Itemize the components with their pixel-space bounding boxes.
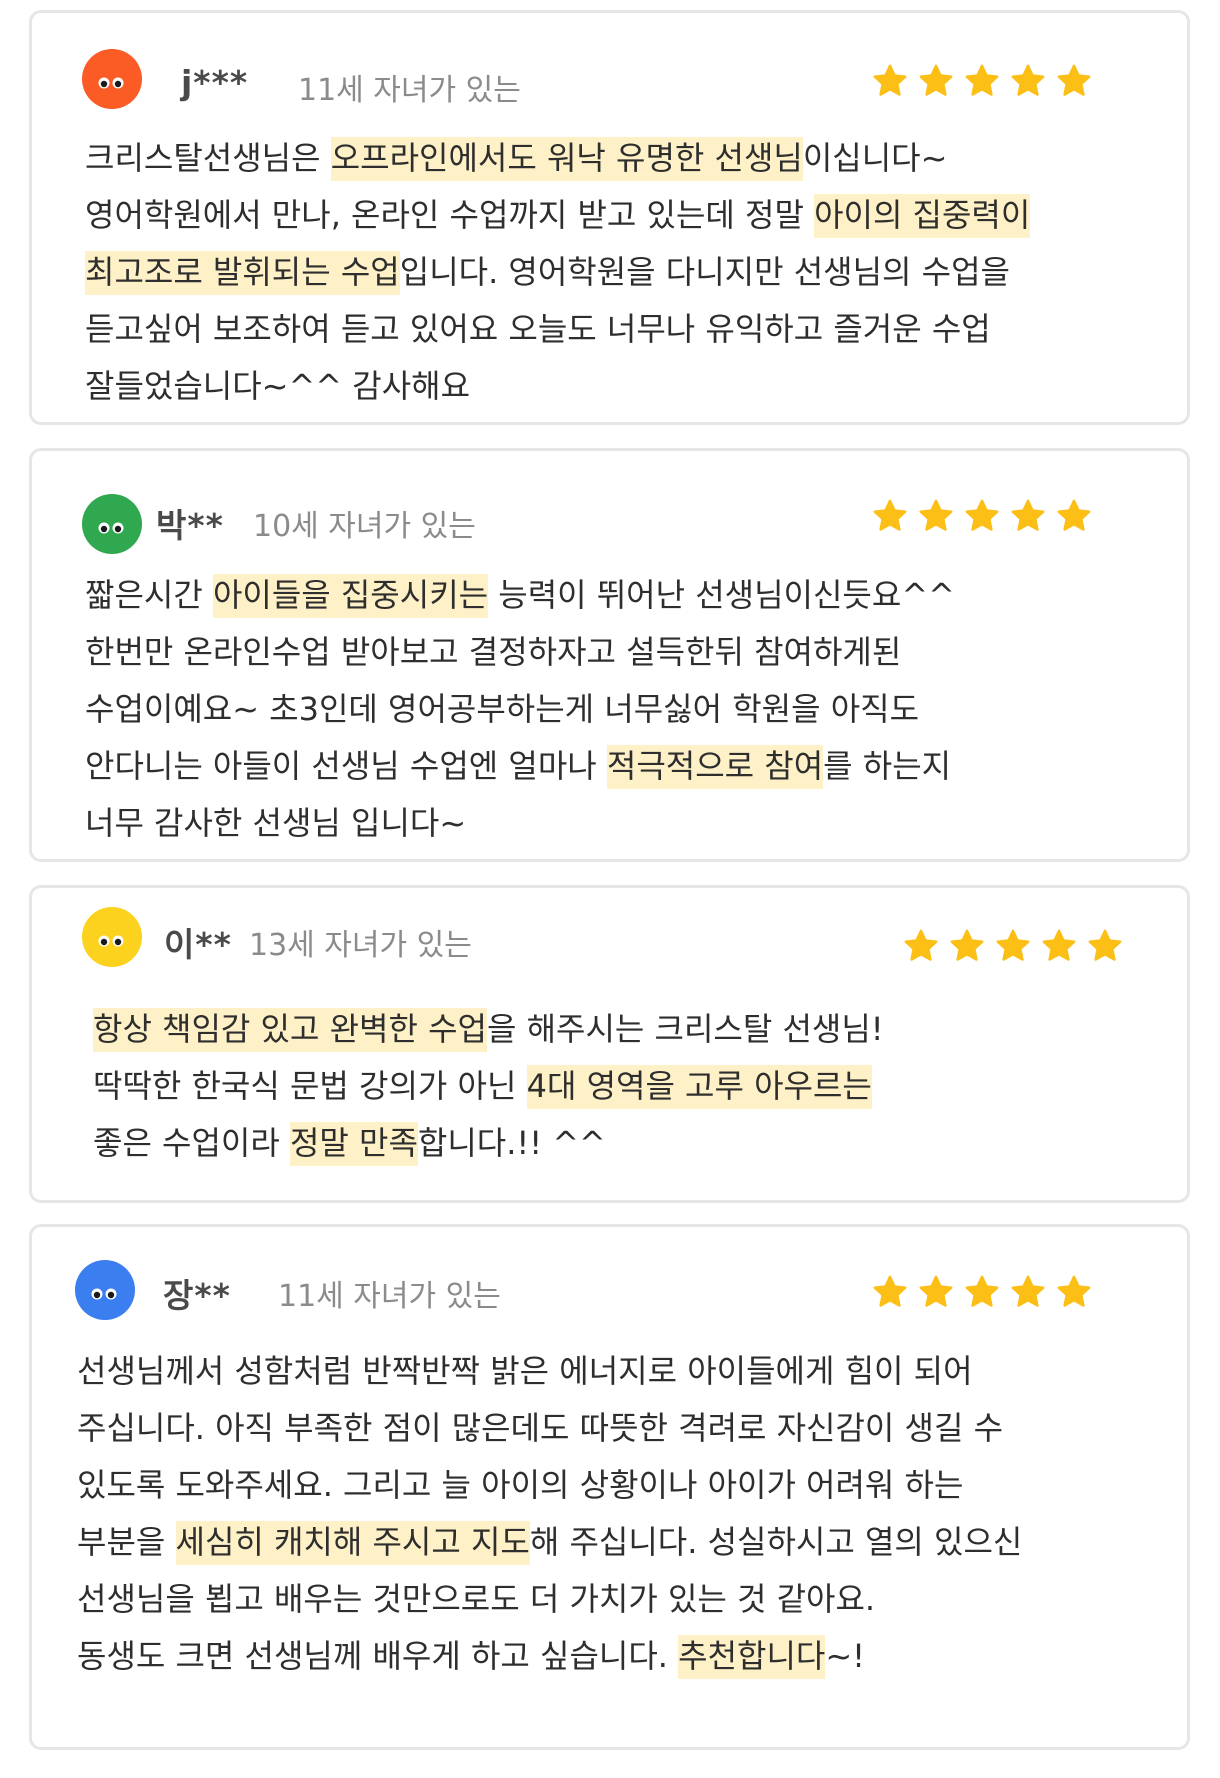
review-text-segment: 을 해주시는 크리스탈 선생님! [486, 1010, 884, 1048]
review-line: 좋은 수업이라 정말 만족합니다.!! ^^ [93, 1115, 884, 1172]
review-line: 영어학원에서 만나, 온라인 수업까지 받고 있는데 정말 아이의 집중력이 [85, 187, 1031, 244]
review-card: 장** 11세 자녀가 있는 선생님께서 성함처럼 반짝반짝 밝은 에너지로 아… [29, 1224, 1190, 1750]
star-icon [965, 499, 999, 531]
review-text-segment: 합니다.!! ^^ [417, 1124, 606, 1162]
review-line: 듣고싶어 보조하여 듣고 있어요 오늘도 너무나 유익하고 즐거운 수업 [85, 301, 1030, 358]
review-text-segment: 능력이 뛰어난 선생님이신듯요^^ [488, 576, 955, 614]
child-age-label: 11세 자녀가 있는 [298, 73, 521, 108]
star-icon [1057, 499, 1091, 531]
highlighted-text: 아이들을 집중시키는 [212, 574, 489, 618]
review-card: 이** 13세 자녀가 있는 항상 책임감 있고 완벽한 수업을 해주시는 크리… [29, 885, 1190, 1203]
star-rating [872, 498, 1092, 534]
highlighted-text: 아이의 집중력이 [814, 194, 1031, 238]
review-text-segment: 딱딱한 한국식 문법 강의가 아닌 [93, 1067, 527, 1105]
star-icon [873, 499, 907, 531]
review-line: 최고조로 발휘되는 수업입니다. 영어학원을 다니지만 선생님의 수업을 [85, 244, 1030, 301]
star-icon [904, 929, 938, 961]
review-line: 너무 감사한 선생님 입니다~ [85, 795, 955, 852]
review-text-segment: 해 주십니다. 성실하시고 열의 있으신 [529, 1523, 1023, 1561]
review-line: 수업이예요~ 초3인데 영어공부하는게 너무싫어 학원을 아직도 [85, 681, 955, 738]
review-card: 박** 10세 자녀가 있는 짧은시간 아이들을 집중시키는 능력이 뛰어난 선… [29, 448, 1190, 862]
review-text: 크리스탈선생님은 오프라인에서도 워낙 유명한 선생님이십니다~ 영어학원에서 만… [85, 130, 1031, 415]
review-line: 짧은시간 아이들을 집중시키는 능력이 뛰어난 선생님이신듯요^^ [85, 567, 955, 624]
review-text-segment: 동생도 크면 선생님께 배우게 하고 싶습니다. [77, 1637, 679, 1675]
review-text-segment: 있도록 도와주세요. 그리고 늘 아이의 상황이나 아이가 어려워 하는 [77, 1466, 964, 1504]
review-text-segment: 선생님을 뵙고 배우는 것만으로도 더 가치가 있는 것 같아요. [77, 1580, 876, 1618]
green-face-avatar [82, 494, 142, 554]
highlighted-text: 적극적으로 참여 [606, 745, 824, 789]
review-line: 선생님께서 성함처럼 반짝반짝 밝은 에너지로 아이들에게 힘이 되어 [77, 1343, 1022, 1400]
review-line: 항상 책임감 있고 완벽한 수업을 해주시는 크리스탈 선생님! [93, 1001, 884, 1058]
review-line: 부분을 세심히 캐치해 주시고 지도해 주십니다. 성실하시고 열의 있으신 [77, 1514, 1022, 1571]
star-rating [872, 63, 1092, 99]
highlighted-text: 항상 책임감 있고 완벽한 수업 [93, 1008, 487, 1052]
star-icon [1057, 64, 1091, 96]
star-icon [1088, 929, 1122, 961]
child-age-label: 11세 자녀가 있는 [278, 1279, 501, 1314]
star-icon [1057, 1275, 1091, 1307]
star-rating [872, 1274, 1092, 1310]
review-text-segment: 너무 감사한 선생님 입니다~ [85, 804, 467, 842]
review-text: 선생님께서 성함처럼 반짝반짝 밝은 에너지로 아이들에게 힘이 되어주십니다.… [77, 1343, 1022, 1685]
review-text-segment: 한번만 온라인수업 받아보고 결정하자고 설득한뒤 참여하게된 [85, 633, 902, 671]
star-icon [873, 64, 907, 96]
highlighted-text: 세심히 캐치해 주시고 지도 [175, 1521, 530, 1565]
review-text-segment: 를 하는지 [823, 747, 952, 785]
highlighted-text: 정말 만족 [289, 1122, 418, 1166]
review-text-segment: 영어학원에서 만나, 온라인 수업까지 받고 있는데 정말 [85, 196, 815, 234]
review-text-segment: 부분을 [77, 1523, 176, 1561]
star-icon [919, 499, 953, 531]
review-line: 주십니다. 아직 부족한 점이 많은데도 따뜻한 격려로 자신감이 생길 수 [77, 1400, 1022, 1457]
review-text-segment: 좋은 수업이라 [93, 1124, 290, 1162]
orange-face-avatar [82, 49, 142, 109]
review-line: 안다니는 아들이 선생님 수업엔 얼마나 적극적으로 참여를 하는지 [85, 738, 955, 795]
review-text-segment: 선생님께서 성함처럼 반짝반짝 밝은 에너지로 아이들에게 힘이 되어 [77, 1352, 973, 1390]
child-age-label: 13세 자녀가 있는 [249, 928, 472, 963]
review-card: j*** 11세 자녀가 있는 크리스탈선생님은 오프라인에서도 워낙 유명한 … [29, 10, 1190, 425]
star-icon [1042, 929, 1076, 961]
star-icon [1011, 64, 1045, 96]
reviewer-nickname: j*** [181, 63, 249, 102]
review-line: 선생님을 뵙고 배우는 것만으로도 더 가치가 있는 것 같아요. [77, 1571, 1022, 1628]
reviewer-nickname: 이** [164, 925, 232, 964]
star-icon [919, 1275, 953, 1307]
review-text-segment: 짧은시간 [85, 576, 213, 614]
review-line: 크리스탈선생님은 오프라인에서도 워낙 유명한 선생님이십니다~ [85, 130, 1030, 187]
review-text-segment: 크리스탈선생님은 [85, 139, 331, 177]
highlighted-text: 오프라인에서도 워낙 유명한 선생님 [330, 137, 803, 181]
review-text-segment: 잘들었습니다~^^ 감사해요 [85, 367, 471, 405]
star-icon [996, 929, 1030, 961]
reviewer-nickname: 장** [163, 1276, 231, 1315]
review-line: 딱딱한 한국식 문법 강의가 아닌 4대 영역을 고루 아우르는 [93, 1058, 884, 1115]
highlighted-text: 추천합니다 [678, 1635, 826, 1679]
reviewer-nickname: 박** [156, 506, 224, 545]
review-text-segment: 안다니는 아들이 선생님 수업엔 얼마나 [85, 747, 607, 785]
blue-face-avatar [75, 1260, 135, 1320]
highlighted-text: 최고조로 발휘되는 수업 [85, 251, 400, 295]
star-icon [1011, 499, 1045, 531]
review-text: 항상 책임감 있고 완벽한 수업을 해주시는 크리스탈 선생님! 딱딱한 한국식 … [93, 1001, 884, 1172]
star-icon [950, 929, 984, 961]
star-icon [873, 1275, 907, 1307]
star-rating [903, 928, 1123, 964]
review-text-segment: 듣고싶어 보조하여 듣고 있어요 오늘도 너무나 유익하고 즐거운 수업 [85, 310, 991, 348]
review-line: 한번만 온라인수업 받아보고 결정하자고 설득한뒤 참여하게된 [85, 624, 955, 681]
review-line: 동생도 크면 선생님께 배우게 하고 싶습니다. 추천합니다~! [77, 1628, 1022, 1685]
review-text-segment: 수업이예요~ 초3인데 영어공부하는게 너무싫어 학원을 아직도 [85, 690, 920, 728]
star-icon [1011, 1275, 1045, 1307]
star-icon [965, 64, 999, 96]
highlighted-text: 4대 영역을 고루 아우르는 [526, 1065, 872, 1109]
review-text: 짧은시간 아이들을 집중시키는 능력이 뛰어난 선생님이신듯요^^ 한번만 온라인… [85, 567, 955, 852]
star-icon [965, 1275, 999, 1307]
review-text-segment: 주십니다. 아직 부족한 점이 많은데도 따뜻한 격려로 자신감이 생길 수 [77, 1409, 1004, 1447]
review-text-segment: 입니다. 영어학원을 다니지만 선생님의 수업을 [399, 253, 1010, 291]
review-text-segment: 이십니다~ [802, 139, 948, 177]
review-line: 있도록 도와주세요. 그리고 늘 아이의 상황이나 아이가 어려워 하는 [77, 1457, 1022, 1514]
child-age-label: 10세 자녀가 있는 [253, 509, 476, 544]
star-icon [919, 64, 953, 96]
review-text-segment: ~! [825, 1637, 865, 1675]
review-line: 잘들었습니다~^^ 감사해요 [85, 358, 1030, 415]
yellow-face-avatar [82, 907, 142, 967]
